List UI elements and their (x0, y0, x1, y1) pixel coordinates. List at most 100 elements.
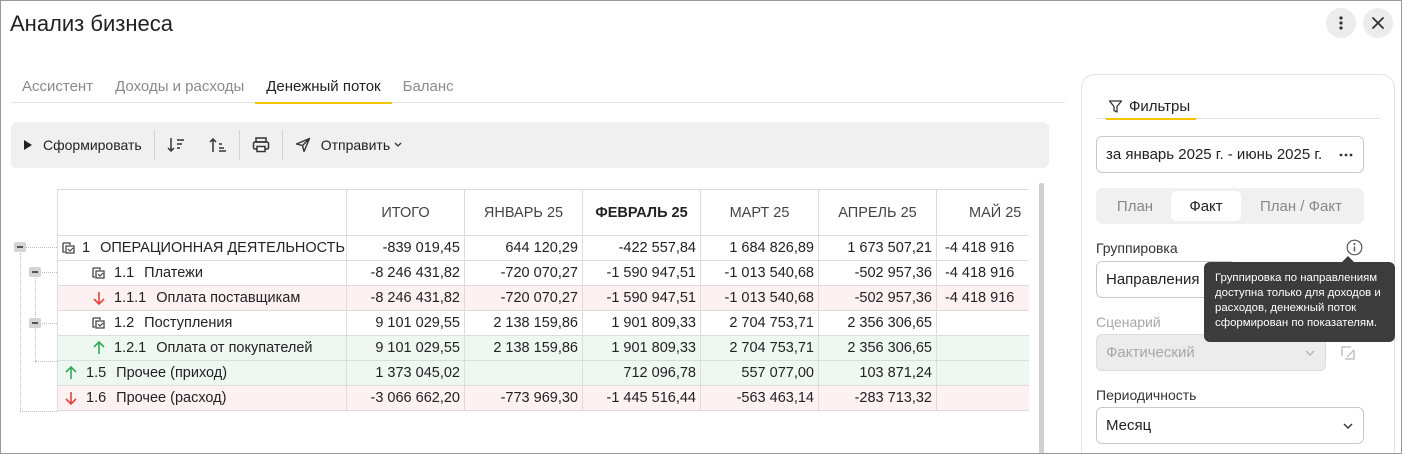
periodicity-select[interactable]: Месяц (1096, 407, 1364, 444)
mode-plan-fact[interactable]: План / Факт (1241, 191, 1361, 221)
value-cell: -720 070,27 (464, 285, 583, 311)
more-button[interactable] (1326, 8, 1356, 38)
value-cell: -1 445 516,44 (582, 385, 701, 411)
table-row[interactable]: 1.2.1 Оплата от покупателей 9 101 029,55 2 … (57, 335, 1029, 361)
row-name-cell: 1.2 Поступления (57, 310, 347, 336)
row-label: Прочее (расход) (116, 390, 227, 406)
value-cell (464, 360, 583, 386)
more-vertical-icon (1339, 16, 1343, 30)
value-cell: -1 590 947,51 (582, 285, 701, 311)
header-name (57, 189, 347, 236)
value-cell: -3 066 662,20 (346, 385, 465, 411)
row-name-cell: 1.1.1 Оплата поставщикам (57, 285, 347, 311)
table-row[interactable]: 1.1.1 Оплата поставщикам -8 246 431,82 -720… (57, 285, 1029, 311)
report-tabs: Ассистент Доходы и расходы Денежный пото… (11, 75, 1065, 104)
value-cell: 2 704 753,71 (700, 310, 819, 336)
mode-plan[interactable]: План (1099, 191, 1171, 221)
value-cell: 103 871,24 (818, 360, 937, 386)
value-cell: 1 673 507,21 (818, 235, 937, 261)
table-body: 1 ОПЕРАЦИОННАЯ ДЕЯТЕЛЬНОСТЬ -839 019,45 644… (57, 235, 1029, 411)
tab-balance[interactable]: Баланс (392, 75, 465, 103)
close-button[interactable] (1363, 8, 1393, 38)
collapse-toggle[interactable] (29, 267, 41, 277)
send-button[interactable]: Отправить (283, 122, 415, 168)
send-icon (295, 137, 310, 153)
info-icon[interactable] (1346, 239, 1363, 256)
sort-ascending-button[interactable] (197, 122, 239, 168)
print-button[interactable] (240, 122, 282, 168)
chevron-down-icon (1343, 423, 1353, 429)
table-scrollbar[interactable] (1039, 183, 1044, 453)
value-cell: -502 957,36 (818, 260, 937, 286)
chevron-down-icon (394, 142, 402, 147)
header-jan[interactable]: ЯНВАРЬ 25 (464, 189, 583, 236)
period-field[interactable]: за январь 2025 г. - июнь 2025 г. (1096, 136, 1364, 173)
row-code: 1.2 (114, 315, 135, 331)
row-code: 1.6 (86, 390, 107, 406)
close-icon (1372, 17, 1384, 29)
play-icon (24, 140, 32, 150)
header-feb[interactable]: ФЕВРАЛЬ 25 (582, 189, 701, 236)
tab-assistant[interactable]: Ассистент (11, 75, 104, 103)
filter-icon (1108, 99, 1123, 113)
value-cell: 557 077,00 (700, 360, 819, 386)
value-cell: 9 101 029,55 (346, 335, 465, 361)
period-value: за январь 2025 г. - июнь 2025 г. (1106, 146, 1323, 163)
row-name-cell: 1.5 Прочее (приход) (57, 360, 347, 386)
row-name-cell: 1 ОПЕРАЦИОННАЯ ДЕЯТЕЛЬНОСТЬ (57, 235, 347, 261)
scenario-label: Сценарий (1096, 314, 1161, 330)
value-cell: -8 246 431,82 (346, 285, 465, 311)
value-cell: 2 356 306,65 (818, 310, 937, 336)
arrow-up-icon (60, 364, 82, 382)
value-cell: -1 013 540,68 (700, 260, 819, 286)
value-cell: 2 138 159,86 (464, 310, 583, 336)
header-apr[interactable]: АПРЕЛЬ 25 (818, 189, 937, 236)
chevron-down-icon (1305, 350, 1315, 356)
arrow-down-icon (88, 289, 110, 307)
table-row[interactable]: 1.1 Платежи -8 246 431,82 -720 070,27 -1 590… (57, 260, 1029, 286)
row-code: 1.1.1 (114, 290, 147, 306)
sort-descending-button[interactable] (155, 122, 197, 168)
tree-line (35, 361, 57, 362)
row-name-cell: 1.1 Платежи (57, 260, 347, 286)
value-cell: -839 019,45 (346, 235, 465, 261)
table-row[interactable]: 1.6 Прочее (расход) -3 066 662,20 -773 969,… (57, 385, 1029, 411)
arrow-up-icon (88, 339, 110, 357)
row-name-cell: 1.2.1 Оплата от покупателей (57, 335, 347, 361)
value-cell: -563 463,14 (700, 385, 819, 411)
value-cell: 9 101 029,55 (346, 310, 465, 336)
header-may[interactable]: МАЙ 25 (936, 189, 1029, 236)
send-button-label: Отправить (320, 137, 391, 153)
row-label: ОПЕРАЦИОННАЯ ДЕЯТЕЛЬНОСТЬ (100, 240, 345, 256)
table-row[interactable]: 1.2 Поступления 9 101 029,55 2 138 159,86 1 … (57, 310, 1029, 336)
header-mar[interactable]: МАРТ 25 (700, 189, 819, 236)
header-total[interactable]: ИТОГО (346, 189, 465, 236)
mode-fact[interactable]: Факт (1171, 191, 1241, 221)
collapse-toggle[interactable] (14, 242, 26, 252)
printer-icon (252, 137, 269, 153)
table-row[interactable]: 1 ОПЕРАЦИОННАЯ ДЕЯТЕЛЬНОСТЬ -839 019,45 644… (57, 235, 1029, 261)
filters-tab[interactable]: Фильтры (1096, 91, 1380, 120)
sort-ascending-icon (209, 137, 226, 152)
more-horizontal-icon[interactable] (1338, 152, 1354, 158)
value-cell: -1 590 947,51 (582, 260, 701, 286)
table-row[interactable]: 1.5 Прочее (приход) 1 373 045,02 712 096,78… (57, 360, 1029, 386)
value-cell: 2 138 159,86 (464, 335, 583, 361)
row-label: Оплата поставщикам (156, 290, 301, 306)
value-cell: -4 418 916 (936, 235, 1029, 261)
tab-income-expenses[interactable]: Доходы и расходы (104, 75, 255, 103)
generate-button[interactable]: Сформировать (11, 122, 154, 168)
group-icon (88, 264, 110, 282)
value-cell: 1 373 045,02 (346, 360, 465, 386)
group-icon (88, 314, 110, 332)
value-cell: -720 070,27 (464, 260, 583, 286)
grouping-tooltip: Группировка по направлениям доступна тол… (1204, 256, 1395, 342)
tree-line (20, 253, 21, 411)
value-cell (936, 335, 1029, 361)
sort-descending-icon (167, 138, 184, 153)
table-header-row: ИТОГО ЯНВАРЬ 25 ФЕВРАЛЬ 25 МАРТ 25 АПРЕЛ… (57, 189, 1029, 236)
collapse-toggle[interactable] (29, 318, 41, 328)
value-cell: 644 120,29 (464, 235, 583, 261)
value-cell: -1 013 540,68 (700, 285, 819, 311)
tab-cash-flow[interactable]: Денежный поток (255, 75, 392, 104)
